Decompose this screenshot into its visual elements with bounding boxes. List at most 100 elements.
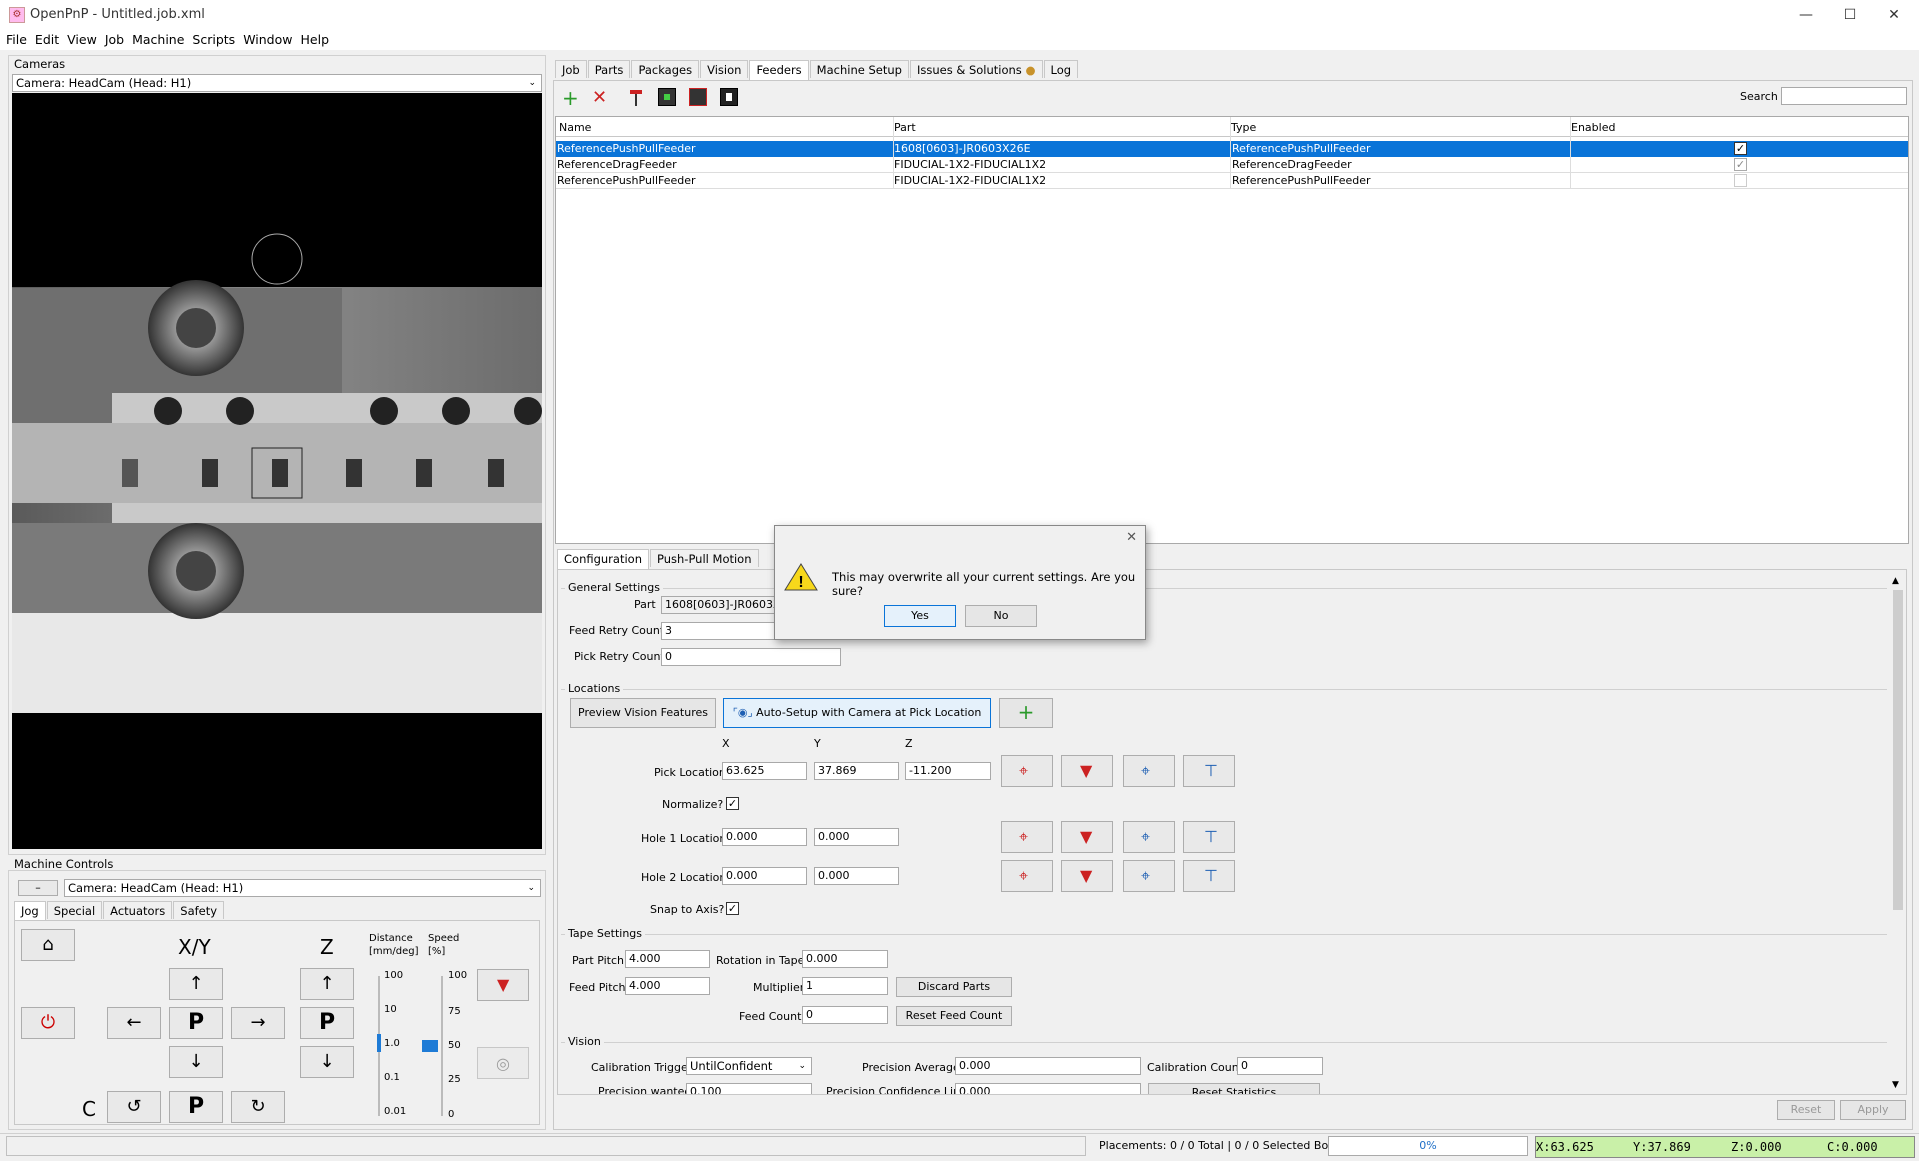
jog-z-minus-button[interactable]: ↓ [300,1046,354,1078]
precision-wanted-field[interactable]: 0.100 [686,1083,812,1094]
jog-y-minus-button[interactable]: ↓ [169,1046,223,1078]
capture-tool-location-button[interactable]: ▼ [1061,755,1113,787]
feed-retry-field[interactable]: 3 [661,622,781,640]
col-type[interactable]: Type [1231,121,1256,134]
camera-view[interactable] [12,93,542,849]
park-z-button[interactable]: P [300,1007,354,1039]
config-scrollbar[interactable]: ▲ ▼ [1891,576,1905,1092]
jog-x-plus-button[interactable]: → [231,1007,285,1039]
scroll-down-icon[interactable]: ▼ [1892,1080,1899,1090]
col-enabled[interactable]: Enabled [1571,121,1615,134]
confidence-limit-field[interactable]: 0.000 [955,1083,1141,1094]
preview-vision-button[interactable]: Preview Vision Features [570,698,716,728]
machine-camera-select[interactable]: Camera: HeadCam (Head: H1) ⌄ [64,879,541,897]
menu-machine[interactable]: Machine [132,30,184,50]
tab-vision[interactable]: Vision [700,60,749,78]
pick-x-field[interactable]: 63.625 [722,762,807,780]
auto-setup-button[interactable]: ⌜◉⌟ Auto-Setup with Camera at Pick Locat… [723,698,991,728]
camera-select[interactable]: Camera: HeadCam (Head: H1) ⌄ [12,74,542,92]
tab-packages[interactable]: Packages [631,60,700,78]
snap-checkbox[interactable]: ✓ [726,902,739,915]
search-input[interactable] [1781,87,1907,105]
col-part[interactable]: Part [894,121,916,134]
precision-average-field[interactable]: 0.000 [955,1057,1141,1075]
feed-icon[interactable] [658,88,676,106]
hole1-x-field[interactable]: 0.000 [722,828,807,846]
pick-retry-field[interactable]: 0 [661,648,841,666]
hole2-move-camera-button[interactable]: ⌖ [1123,860,1175,892]
enabled-checkbox[interactable]: ✓ [1734,158,1747,171]
scroll-up-icon[interactable]: ▲ [1892,576,1899,586]
move-camera-button[interactable]: ⌖ [1123,755,1175,787]
pick-feeder-icon[interactable] [628,88,646,108]
hole1-capture-tool-button[interactable]: ▼ [1061,821,1113,853]
feed-pitch-field[interactable]: 4.000 [625,977,710,995]
pick-button[interactable]: ▼ [477,969,529,1001]
distance-slider-thumb[interactable] [377,1034,381,1052]
calibration-trigger-select[interactable]: UntilConfident ⌄ [686,1057,812,1075]
rotation-field[interactable]: 0.000 [802,950,888,968]
camera-feeder-icon[interactable] [689,88,707,106]
park-c-button[interactable]: P [169,1091,223,1123]
tab-job[interactable]: Job [555,60,587,78]
hole1-move-camera-button[interactable]: ⌖ [1123,821,1175,853]
reset-button[interactable]: Reset [1777,1100,1835,1120]
hole1-move-tool-button[interactable]: ⊤ [1183,821,1235,853]
home-button[interactable]: ⌂ [21,929,75,961]
tab-log[interactable]: Log [1043,60,1079,78]
hole2-move-tool-button[interactable]: ⊤ [1183,860,1235,892]
dialog-no-button[interactable]: No [965,605,1037,627]
add-location-button[interactable]: + [999,698,1053,728]
jog-y-plus-button[interactable]: ↑ [169,968,223,1000]
table-row[interactable]: ReferenceDragFeeder FIDUCIAL-1X2-FIDUCIA… [556,157,1908,173]
calibration-count-field[interactable]: 0 [1237,1057,1323,1075]
tab-feeders[interactable]: Feeders [749,60,809,80]
tab-special[interactable]: Special [46,901,103,919]
enabled-checkbox[interactable]: ✓ [1734,142,1747,155]
collapse-button[interactable]: – [18,880,58,896]
tab-jog[interactable]: Jog [14,901,46,921]
hole2-y-field[interactable]: 0.000 [814,867,899,885]
menu-scripts[interactable]: Scripts [192,30,235,50]
jog-z-plus-button[interactable]: ↑ [300,968,354,1000]
capture-camera-location-button[interactable]: ⌖ [1001,755,1053,787]
part-pitch-field[interactable]: 4.000 [625,950,710,968]
reset-statistics-button[interactable]: Reset Statistics [1148,1083,1320,1094]
enabled-checkbox[interactable] [1734,174,1747,187]
dialog-yes-button[interactable]: Yes [884,605,956,627]
speed-slider-thumb[interactable] [422,1040,438,1052]
apply-button[interactable]: Apply [1840,1100,1906,1120]
add-feeder-icon[interactable]: + [562,88,579,108]
delete-feeder-icon[interactable]: ✕ [592,88,607,108]
col-name[interactable]: Name [559,121,591,134]
dialog-close-icon[interactable]: ✕ [1126,530,1137,545]
maximize-button[interactable]: ☐ [1827,0,1873,30]
tab-issues-solutions[interactable]: Issues & Solutions ● [909,60,1043,78]
minimize-button[interactable]: — [1783,0,1829,30]
hole2-capture-camera-button[interactable]: ⌖ [1001,860,1053,892]
tab-parts[interactable]: Parts [587,60,631,78]
tab-push-pull-motion[interactable]: Push-Pull Motion [650,549,759,567]
jog-x-minus-button[interactable]: ← [107,1007,161,1039]
table-row[interactable]: ReferencePushPullFeeder FIDUCIAL-1X2-FID… [556,173,1908,189]
tab-actuators[interactable]: Actuators [103,901,173,919]
move-tool-button[interactable]: ⊤ [1183,755,1235,787]
scrollbar-thumb[interactable] [1893,590,1903,910]
menu-view[interactable]: View [67,30,97,50]
pick-z-field[interactable]: -11.200 [905,762,991,780]
close-button[interactable]: ✕ [1871,0,1917,30]
multiplier-field[interactable]: 1 [802,977,888,995]
power-button[interactable]: ⏻ [21,1007,75,1039]
part-field[interactable]: 1608[0603]-JR0603X26 [661,596,781,614]
tab-machine-setup[interactable]: Machine Setup [809,60,909,78]
normalize-checkbox[interactable]: ✓ [726,797,739,810]
table-row[interactable]: ReferencePushPullFeeder 1608[0603]-JR060… [556,141,1908,157]
camera-capture-button[interactable]: ◎ [477,1047,529,1079]
rotate-ccw-button[interactable]: ↺ [107,1091,161,1123]
tab-configuration[interactable]: Configuration [557,549,649,569]
speed-slider[interactable] [441,976,443,1116]
menu-edit[interactable]: Edit [35,30,59,50]
menu-job[interactable]: Job [105,30,124,50]
dro-panel[interactable]: X:63.625 Y:37.869 Z:0.000 C:0.000 [1535,1136,1915,1158]
tab-safety[interactable]: Safety [173,901,225,919]
